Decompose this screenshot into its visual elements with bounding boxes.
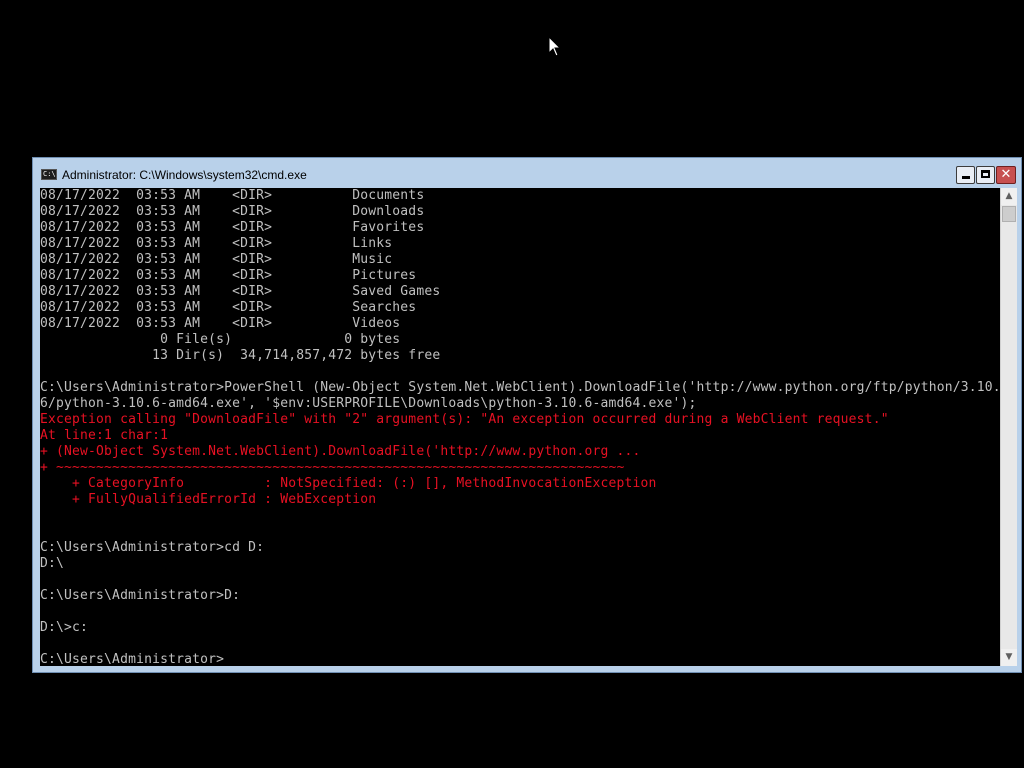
console-line: 08/17/2022 03:53 AM <DIR> Searches	[40, 300, 417, 315]
console-line: C:\Users\Administrator>cd D:	[40, 540, 265, 555]
scroll-thumb[interactable]	[1002, 206, 1016, 222]
console-line: 6/python-3.10.6-amd64.exe', '$env:USERPR…	[40, 396, 697, 411]
console-line: C:\Users\Administrator>PowerShell (New-O…	[40, 380, 1000, 395]
console-output[interactable]: 08/17/2022 03:53 AM <DIR> Documents 08/17…	[40, 188, 1000, 666]
window-title: Administrator: C:\Windows\system32\cmd.e…	[62, 168, 307, 182]
mouse-pointer-icon	[548, 36, 562, 57]
close-icon: ✕	[1000, 167, 1012, 182]
console-text: 08/17/2022 03:53 AM <DIR> Documents 08/17…	[40, 188, 1000, 666]
close-button[interactable]: ✕	[996, 166, 1016, 184]
minimize-button[interactable]	[956, 166, 975, 184]
console-line: C:\Users\Administrator>D:	[40, 588, 241, 603]
maximize-icon	[981, 170, 990, 178]
console-line: 08/17/2022 03:53 AM <DIR> Saved Games	[40, 284, 441, 299]
vertical-scrollbar[interactable]: ▲ ▼	[1000, 188, 1017, 666]
scroll-up-arrow-icon[interactable]: ▲	[1001, 188, 1017, 205]
console-line: 08/17/2022 03:53 AM <DIR> Videos	[40, 316, 401, 331]
console-line: + (New-Object System.Net.WebClient).Down…	[40, 444, 641, 459]
console-line: 08/17/2022 03:53 AM <DIR> Documents	[40, 188, 425, 203]
console-line: D:\>c:	[40, 620, 89, 635]
console-line: D:\	[40, 556, 65, 571]
desktop-background: C:\ Administrator: C:\Windows\system32\c…	[0, 0, 1024, 768]
console-line: At line:1 char:1	[40, 428, 169, 443]
console-line: 08/17/2022 03:53 AM <DIR> Music	[40, 252, 393, 267]
minimize-icon	[962, 176, 970, 179]
cmd-window[interactable]: C:\ Administrator: C:\Windows\system32\c…	[32, 157, 1022, 673]
console-line: 13 Dir(s) 34,714,857,472 bytes free	[40, 348, 441, 363]
console-line: 08/17/2022 03:53 AM <DIR> Links	[40, 236, 393, 251]
maximize-button[interactable]	[976, 166, 995, 184]
console-line: 08/17/2022 03:53 AM <DIR> Favorites	[40, 220, 425, 235]
title-bar[interactable]: C:\ Administrator: C:\Windows\system32\c…	[33, 158, 1021, 188]
console-line: C:\Users\Administrator>	[40, 652, 225, 666]
console-line: 0 File(s) 0 bytes	[40, 332, 401, 347]
cmd-icon: C:\	[41, 169, 57, 180]
console-line: + FullyQualifiedErrorId : WebException	[40, 492, 377, 507]
scroll-down-arrow-icon[interactable]: ▼	[1001, 649, 1017, 666]
console-line: 08/17/2022 03:53 AM <DIR> Pictures	[40, 268, 417, 283]
console-line: + ~~~~~~~~~~~~~~~~~~~~~~~~~~~~~~~~~~~~~~…	[40, 460, 625, 475]
console-line: Exception calling "DownloadFile" with "2…	[40, 412, 889, 427]
console-line: + CategoryInfo : NotSpecified: (:) [], M…	[40, 476, 657, 491]
console-line: 08/17/2022 03:53 AM <DIR> Downloads	[40, 204, 425, 219]
